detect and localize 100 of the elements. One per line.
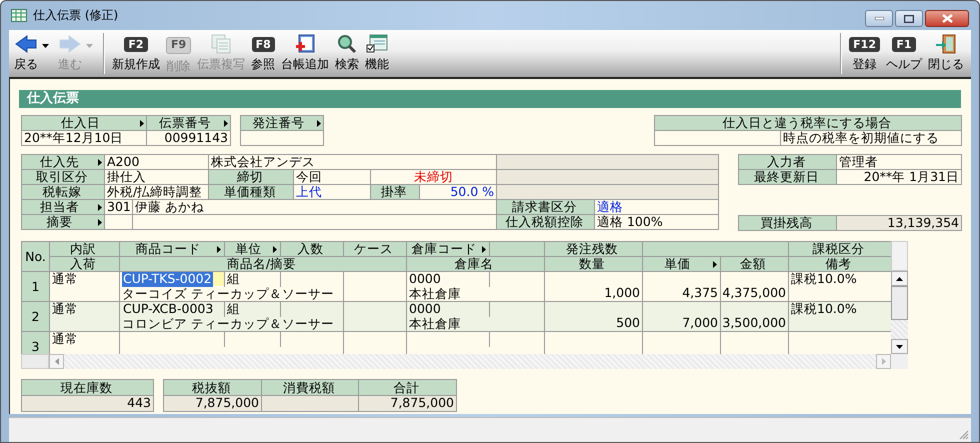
field-label: 掛率 (380, 185, 408, 199)
spreadsheet-icon (11, 9, 27, 22)
toolbar-button[interactable]: 検索 (332, 30, 362, 77)
window-title: 仕入伝票 (修正) (33, 7, 118, 24)
header-label: 倉庫名 (454, 257, 494, 271)
scroll-down-button[interactable] (891, 339, 908, 354)
right-arrow-icon (882, 358, 886, 365)
close-button[interactable] (925, 10, 969, 27)
field-label: 最終更新日 (753, 170, 820, 184)
field-label: 仕入日と違う税率にする場合 (722, 116, 892, 130)
scroll-thumb[interactable] (891, 286, 908, 320)
minimize-button[interactable] (865, 10, 893, 27)
toolbar-button[interactable]: F2 新規作成 (109, 30, 163, 77)
row-number: 1 (22, 272, 50, 302)
field-value: 管理者 (837, 155, 961, 169)
input-field[interactable] (655, 131, 780, 145)
triangle-icon[interactable] (98, 158, 102, 166)
field-value: 13,139,354 (837, 216, 961, 230)
key-cap: F8 (252, 37, 275, 52)
triangle-icon[interactable] (217, 246, 221, 252)
field-value: 20**年12月10日 (22, 131, 146, 145)
field-value: 適格 100% (595, 215, 718, 229)
up-arrow-icon (896, 276, 903, 280)
input-field[interactable] (133, 215, 496, 229)
table-cell: 0000 (407, 272, 490, 287)
field-label: 伝票番号 (158, 116, 212, 130)
key-cap: F1 (892, 37, 916, 52)
field-label: 発注番号 (252, 116, 306, 130)
field-label: 税転嫁 (42, 185, 82, 199)
minimize-icon (874, 17, 884, 20)
header-label: 商品名/摘要 (226, 257, 298, 271)
header-label: 単位 (234, 242, 262, 256)
field-value: 7,875,000 (164, 396, 261, 411)
header-label: 入数 (296, 242, 324, 256)
triangle-icon[interactable] (140, 120, 144, 126)
toolbar-button[interactable]: F1 ヘルプ (883, 30, 925, 77)
key-cap: F12 (849, 37, 880, 52)
field-label: 摘要 (46, 215, 74, 229)
down-arrow-icon (896, 344, 903, 348)
header-label: 発注残数 (565, 242, 619, 256)
triangle-icon[interactable] (713, 260, 717, 268)
field-value: 301 (105, 200, 132, 214)
column-header: No. (22, 242, 50, 272)
field-value: 50.0 % (420, 185, 496, 199)
header-label: 金額 (739, 257, 767, 271)
toolbar-button[interactable]: 戻る (11, 30, 41, 77)
field-label: 現在庫数 (60, 380, 114, 394)
field-value: 7,875,000 (359, 396, 456, 411)
row-number: 2 (22, 302, 50, 332)
header-label: 倉庫コード (410, 242, 478, 256)
field-label: 請求書区分 (511, 200, 578, 214)
header-label: 入荷 (69, 257, 97, 271)
key-cap: F9 (166, 37, 192, 54)
field-label: 入力者 (766, 155, 807, 169)
field-value: 掛仕入 (105, 170, 208, 184)
field-value: 上代 (294, 185, 370, 199)
vertical-scrollbar[interactable] (891, 241, 908, 354)
toolbar-button[interactable]: F8 参照 (248, 30, 278, 77)
field-label: 買掛残高 (760, 216, 814, 230)
triangle-icon[interactable] (98, 204, 102, 210)
scrollbar-header (891, 241, 908, 271)
field-label: 仕入先 (39, 155, 80, 169)
field-value: 今回 (294, 170, 370, 184)
scroll-left-button[interactable] (49, 354, 64, 369)
input-field[interactable] (105, 215, 132, 229)
edit-cursor (212, 272, 224, 286)
table-cell: 組 (225, 302, 281, 317)
field-value: 外税/払締時調整 (105, 185, 208, 199)
triangle-icon[interactable] (98, 218, 102, 226)
header-label: 備考 (824, 257, 852, 271)
header-label: 商品コード (134, 242, 202, 256)
field-value: 適格 (595, 200, 718, 214)
close-icon (942, 14, 952, 23)
maximize-button[interactable] (895, 10, 923, 27)
resize-grip-icon[interactable] (959, 430, 969, 440)
header-label: 数量 (578, 257, 606, 271)
field-value: 00991143 (147, 131, 230, 145)
scroll-up-button[interactable] (891, 271, 908, 286)
dropdown-caret-icon[interactable] (42, 44, 49, 48)
field-label: 消費税額 (282, 380, 336, 394)
triangle-icon[interactable] (224, 120, 228, 126)
field-value: 伊藤 あかね (133, 200, 496, 214)
triangle-icon[interactable] (273, 246, 277, 252)
field-value: 20**年 1月31日 (837, 170, 961, 184)
field-label: 仕入日 (60, 116, 101, 130)
field-value: 株式会社アンデス (209, 155, 496, 169)
scrollbar-corner (891, 354, 908, 369)
field-value: 443 (22, 396, 153, 411)
input-field[interactable] (241, 131, 323, 145)
key-cap: F2 (124, 37, 148, 52)
field-label: 合計 (392, 380, 420, 394)
triangle-icon[interactable] (482, 246, 486, 252)
toolbar-button[interactable]: F12 登録 (846, 30, 883, 77)
row-number: 3 (22, 332, 50, 354)
toolbar-button[interactable]: 閉じる (925, 30, 967, 77)
triangle-icon[interactable] (317, 120, 321, 126)
header-label: 単価 (664, 257, 692, 271)
toolbar-button[interactable]: 機能 (362, 30, 392, 77)
toolbar-button[interactable]: 台帳追加 (278, 30, 332, 77)
field-value: 時点の税率を初期値にする (781, 131, 961, 145)
